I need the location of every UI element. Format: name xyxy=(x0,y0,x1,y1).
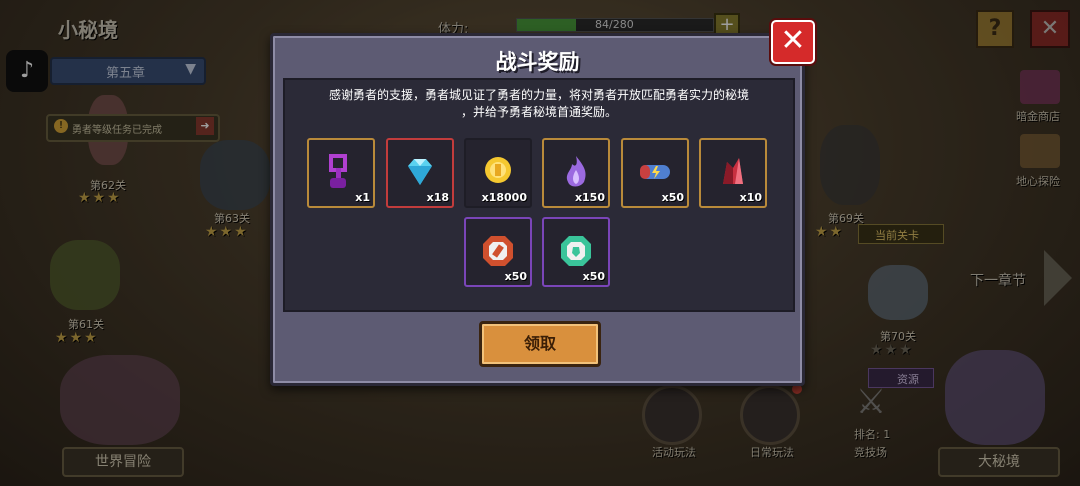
reward-item-flame[interactable]: x150 xyxy=(542,138,610,208)
reward-qty: x1 xyxy=(355,191,370,204)
dialog-title: 战斗奖励 xyxy=(495,50,580,74)
purple-key-icon xyxy=(329,154,347,188)
reward-item-green-gem[interactable]: x50 xyxy=(542,217,610,287)
red-crystal-icon xyxy=(723,158,743,184)
reward-item-capsule[interactable]: x50 xyxy=(621,138,689,208)
reward-description: 感谢勇者的支援，勇者城见证了勇者的力量，将对勇者开放匹配勇者实力的秘境 ，并给予… xyxy=(295,87,783,121)
energy-capsule-icon xyxy=(640,165,670,179)
close-button[interactable]: ✕ xyxy=(771,20,815,64)
reward-item-red-gem[interactable]: x50 xyxy=(464,217,532,287)
reward-qty: x18000 xyxy=(481,191,527,204)
reward-qty: x50 xyxy=(504,270,527,283)
red-octagon-gem-icon xyxy=(483,236,513,266)
reward-panel: 感谢勇者的支援，勇者城见证了勇者的力量，将对勇者开放匹配勇者实力的秘境 ，并给予… xyxy=(283,78,795,312)
reward-qty: x50 xyxy=(661,191,684,204)
reward-qty: x10 xyxy=(739,191,762,204)
reward-qty: x150 xyxy=(574,191,605,204)
reward-item-gold[interactable]: x18000 xyxy=(464,138,532,208)
green-octagon-gem-icon xyxy=(561,236,591,266)
diamond-icon xyxy=(408,159,432,185)
battle-reward-dialog: 战斗奖励 ✕ 感谢勇者的支援，勇者城见证了勇者的力量，将对勇者开放匹配勇者实力的… xyxy=(270,20,815,386)
claim-button[interactable]: 领取 xyxy=(479,321,601,367)
reward-qty: x18 xyxy=(426,191,449,204)
reward-qty: x50 xyxy=(582,270,605,283)
gold-coin-icon xyxy=(485,157,511,183)
reward-item-diamond[interactable]: x18 xyxy=(386,138,454,208)
reward-description-line1: 感谢勇者的支援，勇者城见证了勇者的力量，将对勇者开放匹配勇者实力的秘境 xyxy=(328,88,749,102)
purple-flame-icon xyxy=(566,156,586,187)
reward-item-key[interactable]: x1 xyxy=(307,138,375,208)
reward-description-line2: ，并给予勇者秘境首通奖励。 xyxy=(460,105,617,119)
reward-item-crystal[interactable]: x10 xyxy=(699,138,767,208)
